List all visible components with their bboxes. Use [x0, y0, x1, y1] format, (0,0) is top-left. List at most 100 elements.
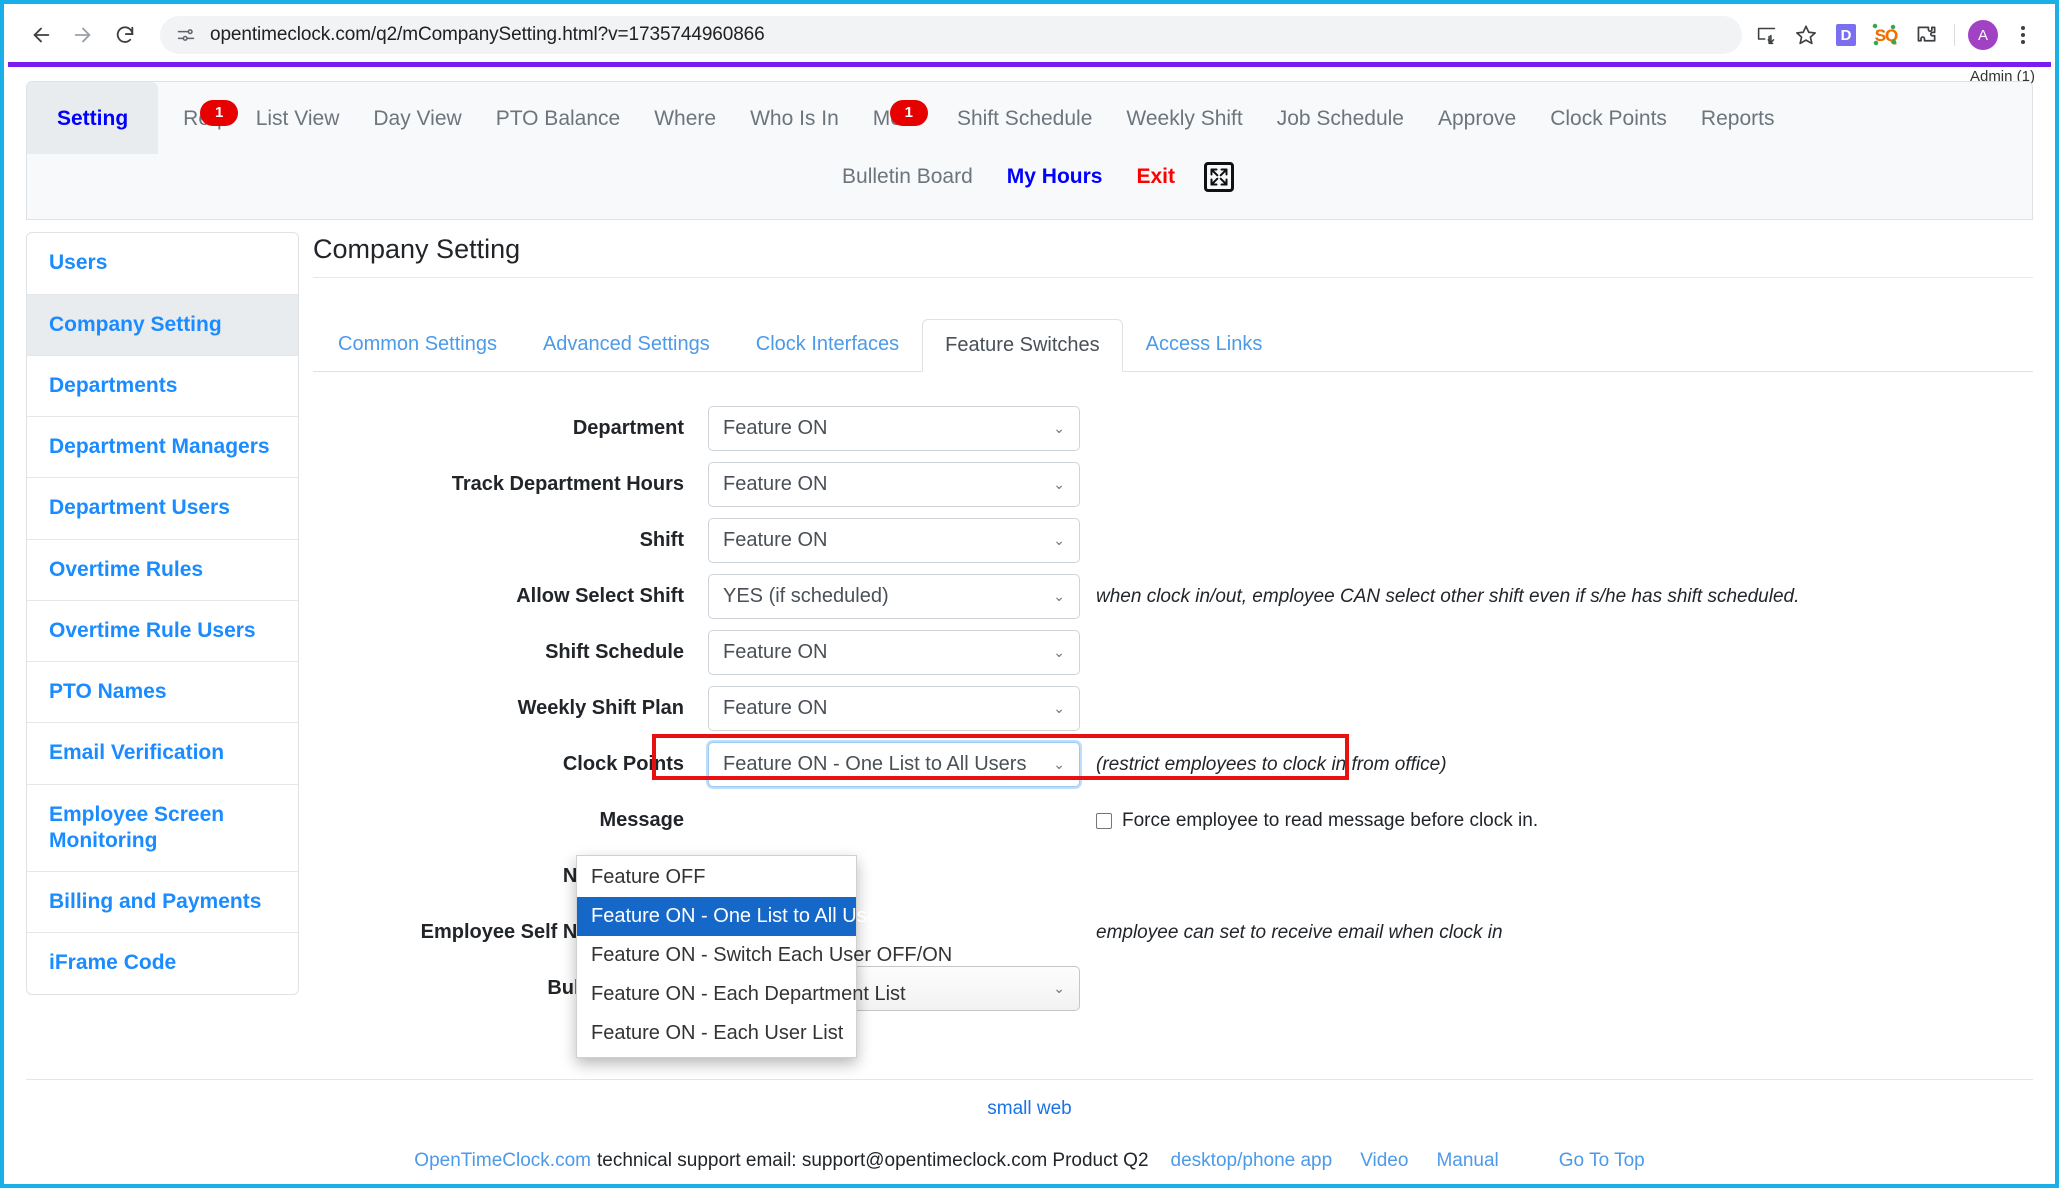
status-badge: 1	[889, 99, 928, 126]
nav-item-job-schedule[interactable]: Job Schedule	[1260, 88, 1421, 149]
dropdown-option[interactable]: Feature ON - Each Department List	[577, 975, 906, 1014]
sidebar-item-department-users[interactable]: Department Users	[27, 478, 298, 540]
avatar[interactable]: A	[1965, 17, 2001, 53]
tab-clock-interfaces[interactable]: Clock Interfaces	[733, 318, 922, 371]
extension-sq-icon[interactable]: SQ	[1868, 17, 1904, 53]
nav-item-requests[interactable]: Req 1	[166, 88, 239, 149]
nav-item-label: Reports	[1700, 106, 1775, 130]
site-settings-icon[interactable]	[174, 23, 198, 47]
nav-item-approve[interactable]: Approve	[1421, 88, 1533, 149]
nav-item-label: Job Schedule	[1276, 106, 1404, 130]
dropdown-option[interactable]: Feature OFF	[577, 858, 856, 897]
forward-arrow-icon[interactable]	[64, 16, 102, 54]
nav-item-exit[interactable]: Exit	[1119, 156, 1192, 197]
form-row-employee-self-notifications: Employee Self Notifications ⌄ employee c…	[313, 910, 2051, 955]
sidebar-item-label: Billing and Payments	[49, 890, 262, 914]
toolbar-actions: D SQ A	[1748, 17, 2051, 53]
footer-desktop-app-link[interactable]: desktop/phone app	[1171, 1150, 1333, 1172]
checkbox-label: Force employee to read message before cl…	[1122, 809, 1539, 831]
dropdown-option[interactable]: Feature ON - Switch Each User OFF/ON	[577, 936, 952, 975]
extension-d-icon[interactable]: D	[1828, 17, 1864, 53]
kebab-dots	[2021, 26, 2025, 44]
chevron-down-icon: ⌄	[1053, 476, 1065, 493]
nav-item-messages[interactable]: Mess 1	[856, 88, 940, 149]
reload-icon[interactable]	[106, 16, 144, 54]
go-to-top-link[interactable]: Go To Top	[1559, 1150, 1645, 1172]
nav-item-reports[interactable]: Reports	[1684, 88, 1792, 149]
three-dot-menu-icon[interactable]	[2005, 17, 2041, 53]
department-select[interactable]: Feature ON ⌄	[708, 406, 1080, 452]
sidebar-item-employee-screen-monitoring[interactable]: Employee Screen Monitoring	[27, 785, 298, 873]
nav-item-label: Where	[654, 106, 717, 130]
nav-item-pto-balance[interactable]: PTO Balance	[479, 88, 638, 149]
footer-manual-link[interactable]: Manual	[1436, 1150, 1498, 1172]
force-read-message-checkbox[interactable]	[1096, 812, 1112, 829]
dropdown-option[interactable]: Feature ON - Each User List	[577, 1014, 856, 1053]
footer-brand-link[interactable]: OpenTimeClock.com	[414, 1150, 591, 1172]
navigation-buttons	[8, 16, 144, 54]
sidebar-item-company-setting[interactable]: Company Setting	[27, 294, 298, 356]
extensions-puzzle-icon[interactable]	[1908, 17, 1944, 53]
url-text: opentimeclock.com/q2/mCompanySetting.htm…	[210, 24, 765, 45]
select-value: Feature ON	[723, 697, 828, 720]
tab-feature-switches[interactable]: Feature Switches	[922, 319, 1123, 373]
sidebar-item-label: Employee Screen Monitoring	[49, 802, 225, 852]
shift-select[interactable]: Feature ON ⌄	[708, 518, 1080, 564]
footer-video-link[interactable]: Video	[1360, 1150, 1408, 1172]
nav-item-day-view[interactable]: Day View	[356, 88, 478, 149]
sidebar-item-email-verification[interactable]: Email Verification	[27, 723, 298, 785]
track-department-hours-select[interactable]: Feature ON ⌄	[708, 462, 1080, 508]
clock-points-select[interactable]: Feature ON - One List to All Users ⌄	[708, 742, 1080, 788]
browser-toolbar: opentimeclock.com/q2/mCompanySetting.htm…	[8, 8, 2051, 62]
nav-item-where[interactable]: Where	[637, 88, 733, 149]
dropdown-option-selected[interactable]: Feature ON - One List to All Users	[577, 897, 894, 936]
nav-item-shift-schedule[interactable]: Shift Schedule	[940, 88, 1109, 149]
clock-points-dropdown-list[interactable]: Feature OFF Feature ON - One List to All…	[576, 855, 952, 1058]
nav-item-clock-points[interactable]: Clock Points	[1533, 88, 1684, 149]
field-label: Weekly Shift Plan	[517, 697, 684, 720]
fullscreen-expand-icon[interactable]	[1203, 161, 1234, 192]
sidebar-item-label: Overtime Rules	[49, 557, 204, 581]
sidebar-item-pto-names[interactable]: PTO Names	[27, 662, 298, 724]
sidebar-item-overtime-rule-users[interactable]: Overtime Rule Users	[27, 601, 298, 663]
sidebar-item-billing-and-payments[interactable]: Billing and Payments	[27, 872, 298, 934]
force-read-message-checkbox-row[interactable]: Force employee to read message before cl…	[1096, 810, 1538, 832]
sidebar-item-users[interactable]: Users	[27, 233, 298, 295]
weekly-shift-plan-select[interactable]: Feature ON ⌄	[708, 686, 1080, 732]
nav-item-who-is-in[interactable]: Who Is In	[733, 88, 856, 149]
nav-item-label: Who Is In	[750, 106, 839, 130]
feature-switches-form: Department Feature ON ⌄ Track Department…	[313, 406, 2051, 1012]
shift-schedule-select[interactable]: Feature ON ⌄	[708, 630, 1080, 676]
nav-item-weekly-shift[interactable]: Weekly Shift	[1109, 88, 1259, 149]
select-value: Feature ON	[723, 417, 828, 440]
field-label: Shift Schedule	[545, 641, 684, 664]
star-icon[interactable]	[1788, 17, 1824, 53]
form-row-bulletin-board: Bulletin Board Feature ON ⌄	[313, 966, 2051, 1012]
nav-item-list-view[interactable]: List View	[239, 88, 357, 149]
back-arrow-icon[interactable]	[22, 16, 60, 54]
tab-advanced-settings[interactable]: Advanced Settings	[520, 318, 733, 371]
sidebar-item-label: Company Setting	[49, 312, 222, 336]
tab-access-links[interactable]: Access Links	[1123, 318, 1286, 371]
nav-item-label: Bulletin Board	[842, 165, 973, 189]
footer-links: OpenTimeClock.com technical support emai…	[8, 1126, 2051, 1172]
select-value: Feature ON - One List to All Users	[723, 753, 1027, 776]
nav-item-bulletin-board[interactable]: Bulletin Board	[825, 156, 990, 197]
nav-item-my-hours[interactable]: My Hours	[990, 156, 1120, 197]
sidebar-item-department-managers[interactable]: Department Managers	[27, 417, 298, 479]
small-web-link[interactable]: small web	[8, 1080, 2051, 1126]
form-row-track-department-hours: Track Department Hours Feature ON ⌄	[313, 462, 2051, 508]
install-app-icon[interactable]	[1748, 17, 1784, 53]
tab-common-settings[interactable]: Common Settings	[315, 318, 520, 371]
sidebar-item-iframe-code[interactable]: iFrame Code	[27, 933, 298, 993]
sidebar-item-label: Overtime Rule Users	[49, 618, 256, 642]
allow-select-shift-select[interactable]: YES (if scheduled) ⌄	[708, 574, 1080, 620]
form-row-message: Message ⌄ Force employee to read message…	[313, 798, 2051, 843]
sidebar-item-overtime-rules[interactable]: Overtime Rules	[27, 540, 298, 601]
sidebar-item-departments[interactable]: Departments	[27, 356, 298, 418]
nav-item-setting[interactable]: Setting	[27, 82, 159, 155]
field-hint: employee can set to receive email when c…	[1096, 921, 1503, 943]
nav-item-label: Day View	[373, 106, 462, 130]
address-bar[interactable]: opentimeclock.com/q2/mCompanySetting.htm…	[160, 16, 1742, 54]
tab-label: Feature Switches	[945, 334, 1100, 357]
